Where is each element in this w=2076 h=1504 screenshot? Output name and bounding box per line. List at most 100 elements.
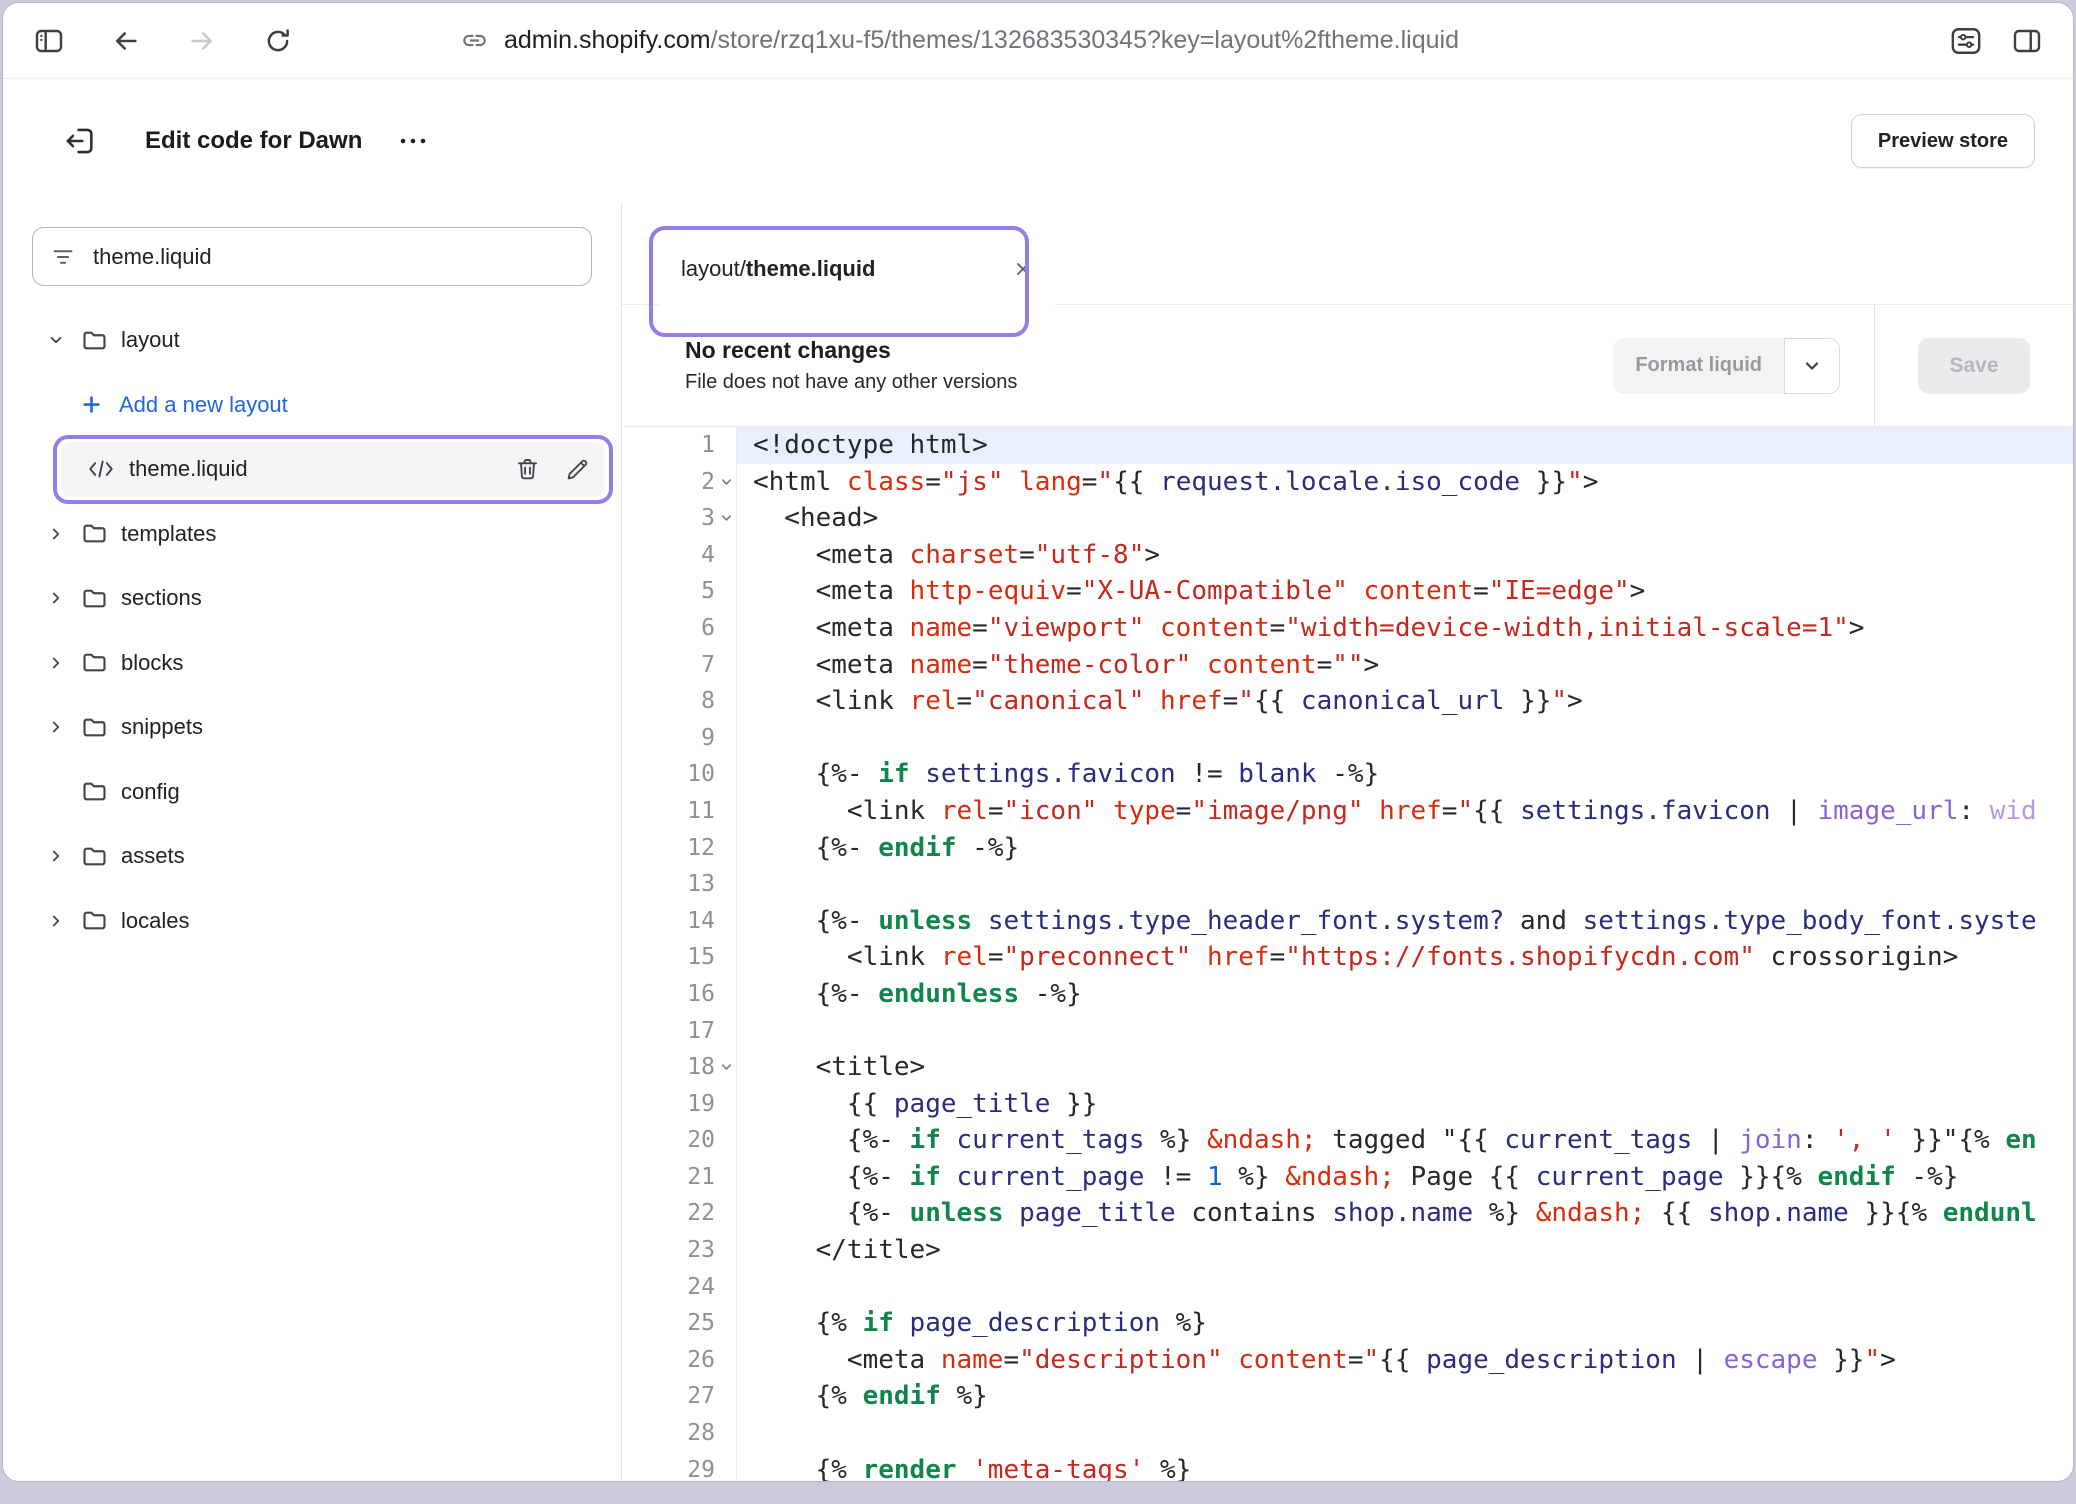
code-line: 26 <meta name="description" content="{{ … — [622, 1342, 2073, 1379]
file-search[interactable] — [32, 227, 592, 286]
page-title: Edit code for Dawn — [145, 127, 362, 155]
more-menu-icon[interactable] — [396, 135, 430, 147]
code-line-text — [737, 1415, 2073, 1452]
edit-icon[interactable] — [564, 456, 591, 483]
code-line-text: <html class="js" lang="{{ request.locale… — [737, 464, 2073, 501]
sidebar-item-templates[interactable]: templates — [3, 502, 621, 567]
code-line: 25 {% if page_description %} — [622, 1305, 2073, 1342]
split-view-icon[interactable] — [2011, 25, 2043, 57]
code-line: 4 <meta charset="utf-8"> — [622, 537, 2073, 574]
code-line-text: <meta http-equiv="X-UA-Compatible" conte… — [737, 573, 2073, 610]
sidebar-toggle-icon[interactable] — [33, 25, 65, 57]
sidebar-item-sections[interactable]: sections — [3, 566, 621, 631]
folder-icon — [81, 327, 108, 354]
line-number: 24 — [622, 1269, 737, 1306]
forward-icon[interactable] — [187, 26, 217, 56]
code-line: 22 {%- unless page_title contains shop.n… — [622, 1195, 2073, 1232]
code-line-text: <meta name="viewport" content="width=dev… — [737, 610, 2073, 647]
sidebar-item-assets[interactable]: assets — [3, 824, 621, 889]
format-liquid-button[interactable]: Format liquid — [1613, 338, 1840, 394]
sidebar-item-label: config — [121, 779, 180, 805]
code-line-text — [737, 1013, 2073, 1050]
line-number: 16 — [622, 976, 737, 1013]
code-editor[interactable]: 1<!doctype html>2<html class="js" lang="… — [622, 427, 2073, 1481]
fold-icon[interactable] — [719, 511, 734, 526]
chevron-right-icon[interactable] — [47, 654, 65, 672]
sidebar-item-label: layout — [121, 327, 180, 353]
file-search-input[interactable] — [91, 243, 573, 271]
save-button[interactable]: Save — [1918, 338, 2029, 394]
link-icon — [461, 27, 488, 54]
editor-main: layout/theme.liquid No recent changes Fi… — [622, 203, 2073, 1481]
line-number: 1 — [622, 427, 737, 464]
fold-icon[interactable] — [719, 474, 734, 489]
tab-strip: layout/theme.liquid — [622, 203, 2073, 305]
code-line-text: {% render 'meta-tags' %} — [737, 1452, 2073, 1481]
exit-editor-icon[interactable] — [63, 124, 97, 158]
code-line-text: <link rel="preconnect" href="https://fon… — [737, 939, 2073, 976]
line-number: 21 — [622, 1159, 737, 1196]
add-layout-button[interactable]: Add a new layout — [3, 373, 621, 438]
line-number: 28 — [622, 1415, 737, 1452]
code-line-text: {% endif %} — [737, 1378, 2073, 1415]
plus-icon — [81, 394, 102, 415]
sidebar-item-config[interactable]: config — [3, 760, 621, 825]
line-number: 25 — [622, 1305, 737, 1342]
code-line-text: {%- unless page_title contains shop.name… — [737, 1195, 2073, 1232]
line-number: 13 — [622, 866, 737, 903]
format-options-dropdown[interactable] — [1784, 338, 1840, 394]
sidebar-item-label: blocks — [121, 650, 183, 676]
code-line: 23 </title> — [622, 1232, 2073, 1269]
sidebar-item-label: templates — [121, 521, 216, 547]
back-icon[interactable] — [111, 26, 141, 56]
code-line-text: <meta name="description" content="{{ pag… — [737, 1342, 2073, 1379]
code-line: 16 {%- endunless -%} — [622, 976, 2073, 1013]
chevron-right-icon[interactable] — [47, 912, 65, 930]
chevron-right-icon[interactable] — [47, 847, 65, 865]
code-line: 7 <meta name="theme-color" content=""> — [622, 647, 2073, 684]
sidebar-item-snippets[interactable]: snippets — [3, 695, 621, 760]
line-number: 15 — [622, 939, 737, 976]
code-line-text: <link rel="icon" type="image/png" href="… — [737, 793, 2073, 830]
code-line: 2<html class="js" lang="{{ request.local… — [622, 464, 2073, 501]
address-bar[interactable]: admin.shopify.com/store/rzq1xu-f5/themes… — [461, 26, 1459, 55]
code-line-text: {%- if current_tags %} &ndash; tagged "{… — [737, 1122, 2073, 1159]
code-line-text: {%- unless settings.type_header_font.sys… — [737, 903, 2073, 940]
line-number: 12 — [622, 830, 737, 867]
folder-icon — [81, 520, 108, 547]
sidebar-item-label: snippets — [121, 714, 203, 740]
code-line-text: <head> — [737, 500, 2073, 537]
chevron-down-icon[interactable] — [47, 331, 65, 349]
folder-icon — [81, 778, 108, 805]
line-number: 8 — [622, 683, 737, 720]
browser-nav-controls — [33, 25, 293, 57]
sidebar-item-blocks[interactable]: blocks — [3, 631, 621, 696]
content-area: layout Add a new layouttheme.liquid templa… — [3, 203, 2073, 1481]
line-number: 4 — [622, 537, 737, 574]
extensions-toggles-icon[interactable] — [1949, 24, 1983, 58]
editor-header: No recent changes File does not have any… — [622, 305, 2073, 427]
chevron-right-icon[interactable] — [47, 718, 65, 736]
status-title: No recent changes — [685, 337, 1613, 364]
code-line: 10 {%- if settings.favicon != blank -%} — [622, 756, 2073, 793]
sidebar-item-theme-liquid[interactable]: theme.liquid — [3, 437, 621, 502]
fold-icon[interactable] — [719, 1060, 734, 1075]
code-line-text: <meta name="theme-color" content=""> — [737, 647, 2073, 684]
reload-icon[interactable] — [263, 26, 293, 56]
save-zone: Save — [1874, 305, 2073, 426]
line-number: 7 — [622, 647, 737, 684]
tab-theme-liquid[interactable]: layout/theme.liquid — [659, 232, 1055, 305]
sidebar-item-label: locales — [121, 908, 189, 934]
chevron-right-icon[interactable] — [47, 589, 65, 607]
folder-icon — [81, 907, 108, 934]
chevron-right-icon[interactable] — [47, 525, 65, 543]
close-icon[interactable] — [1013, 259, 1033, 279]
delete-icon[interactable] — [514, 456, 541, 483]
code-line: 11 <link rel="icon" type="image/png" hre… — [622, 793, 2073, 830]
sidebar-item-layout[interactable]: layout — [3, 308, 621, 373]
code-line-text — [737, 1269, 2073, 1306]
format-liquid-label: Format liquid — [1613, 338, 1784, 394]
code-line-text: {%- if current_page != 1 %} &ndash; Page… — [737, 1159, 2073, 1196]
preview-store-button[interactable]: Preview store — [1851, 114, 2035, 168]
sidebar-item-locales[interactable]: locales — [3, 889, 621, 954]
